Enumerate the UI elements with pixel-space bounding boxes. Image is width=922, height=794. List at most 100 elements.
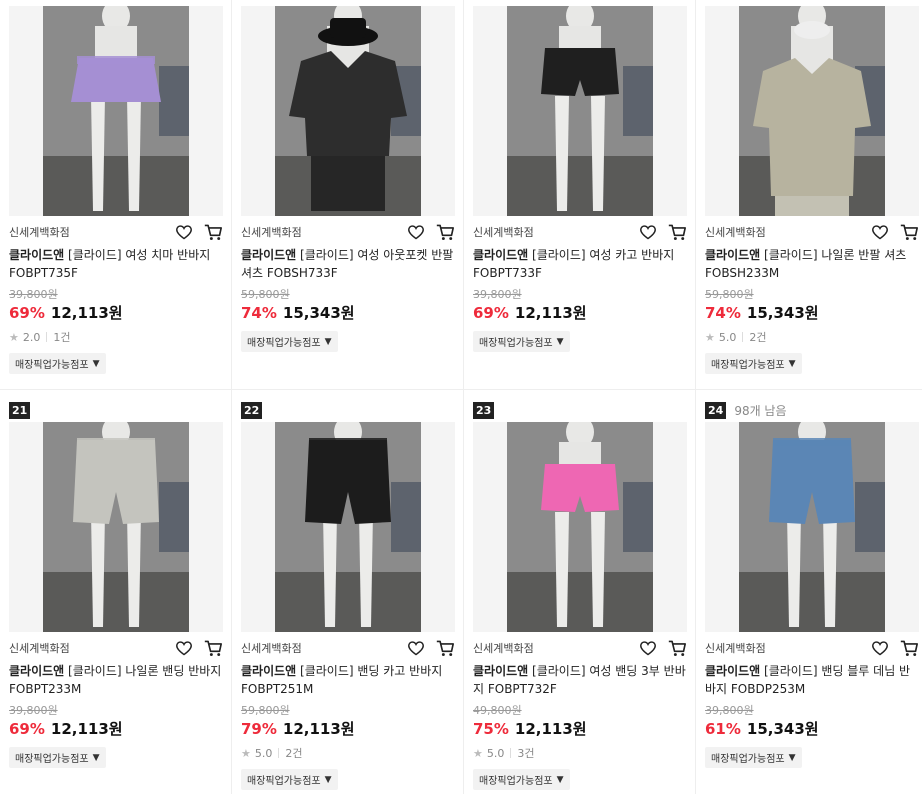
- heart-icon[interactable]: [175, 224, 193, 240]
- cart-icon[interactable]: [667, 639, 687, 657]
- product-card[interactable]: 신세계백화점 클라이드앤 [클라이드] 여성 카고 반바지 FOBPT733F …: [473, 6, 687, 352]
- rank-badge: 21: [9, 401, 31, 419]
- sale-price: 12,113원: [50, 720, 123, 738]
- pickup-store-dropdown[interactable]: 매장픽업가능점포 ▼: [705, 353, 802, 374]
- cart-icon[interactable]: [435, 639, 455, 657]
- discount-rate: 61%: [705, 720, 741, 738]
- product-image-svg: [9, 6, 223, 216]
- product-card[interactable]: 21 신세계백화점 클라이드앤 [클라이드] 나일론 밴딩 반바지 FOBPT2…: [9, 401, 223, 768]
- heart-icon[interactable]: [407, 224, 425, 240]
- meta-row: 신세계백화점: [9, 638, 223, 658]
- pickup-store-dropdown[interactable]: 매장픽업가능점포 ▼: [9, 747, 106, 768]
- pickup-label: 매장픽업가능점포: [247, 776, 321, 787]
- separator: [46, 332, 48, 342]
- caret-down-icon: ▼: [788, 752, 796, 763]
- product-image[interactable]: [705, 422, 919, 632]
- product-card[interactable]: 23 신세계백화점 클라이드앤 [클라이드] 여성 밴딩 3부 반바지 FOBP…: [473, 401, 687, 790]
- price-row: 74% 15,343원: [241, 302, 455, 323]
- pickup-store-dropdown[interactable]: 매장픽업가능점포 ▼: [705, 747, 802, 768]
- product-image[interactable]: [705, 6, 919, 216]
- discount-rate: 69%: [9, 720, 45, 738]
- rating-value: 5.0: [486, 746, 505, 760]
- brand-name: 클라이드앤: [9, 248, 65, 262]
- original-price: 39,800원: [705, 704, 754, 717]
- original-price: 39,800원: [9, 704, 58, 717]
- sale-price: 12,113원: [514, 304, 587, 322]
- heart-icon[interactable]: [639, 224, 657, 240]
- caret-down-icon: ▼: [324, 336, 332, 347]
- cart-icon[interactable]: [667, 223, 687, 241]
- discount-rate: 79%: [241, 720, 277, 738]
- store-name: 신세계백화점: [473, 226, 534, 239]
- original-price: 59,800원: [241, 288, 290, 301]
- brand-name: 클라이드앤: [241, 664, 297, 678]
- pickup-store-dropdown[interactable]: 매장픽업가능점포 ▼: [241, 769, 338, 790]
- pickup-label: 매장픽업가능점포: [15, 754, 89, 765]
- pickup-store-dropdown[interactable]: 매장픽업가능점포 ▼: [241, 331, 338, 352]
- product-title[interactable]: 클라이드앤 [클라이드] 나일론 밴딩 반바지 FOBPT233M: [9, 662, 223, 698]
- product-image-svg: [241, 6, 455, 216]
- caret-down-icon: ▼: [324, 774, 332, 785]
- discount-rate: 74%: [241, 304, 277, 322]
- pickup-store-dropdown[interactable]: 매장픽업가능점포 ▼: [473, 769, 570, 790]
- rating-row: ★ 5.0 2건: [241, 745, 455, 761]
- cart-icon[interactable]: [435, 223, 455, 241]
- cart-icon[interactable]: [203, 639, 223, 657]
- brand-name: 클라이드앤: [473, 248, 529, 262]
- star-icon: ★: [705, 330, 715, 344]
- discount-rate: 74%: [705, 304, 741, 322]
- product-card[interactable]: 신세계백화점 클라이드앤 [클라이드] 여성 아웃포켓 반팔 셔츠 FOBSH7…: [241, 6, 455, 352]
- product-image[interactable]: [9, 6, 223, 216]
- product-title[interactable]: 클라이드앤 [클라이드] 밴딩 블루 데님 반바지 FOBDP253M: [705, 662, 919, 698]
- rank-row: 24 98개 남음: [705, 401, 919, 419]
- product-image[interactable]: [241, 6, 455, 216]
- pickup-store-dropdown[interactable]: 매장픽업가능점포 ▼: [473, 331, 570, 352]
- price-row: 74% 15,343원: [705, 302, 919, 323]
- product-image[interactable]: [9, 422, 223, 632]
- product-card[interactable]: 신세계백화점 클라이드앤 [클라이드] 나일론 반팔 셔츠 FOBSH233M …: [705, 6, 919, 374]
- product-title[interactable]: 클라이드앤 [클라이드] 여성 카고 반바지 FOBPT733F: [473, 246, 687, 282]
- product-title[interactable]: 클라이드앤 [클라이드] 밴딩 카고 반바지 FOBPT251M: [241, 662, 455, 698]
- product-image[interactable]: [473, 6, 687, 216]
- brand-name: 클라이드앤: [9, 664, 65, 678]
- product-title[interactable]: 클라이드앤 [클라이드] 여성 아웃포켓 반팔 셔츠 FOBSH733F: [241, 246, 455, 282]
- heart-icon[interactable]: [639, 640, 657, 656]
- product-image-svg: [473, 422, 687, 632]
- heart-icon[interactable]: [175, 640, 193, 656]
- product-card[interactable]: 신세계백화점 클라이드앤 [클라이드] 여성 치마 반바지 FOBPT735F …: [9, 6, 223, 374]
- price-row: 79% 12,113원: [241, 718, 455, 739]
- product-card[interactable]: 22 신세계백화점 클라이드앤 [클라이드] 밴딩 카고 반바지 FOBPT25…: [241, 401, 455, 790]
- product-title[interactable]: 클라이드앤 [클라이드] 여성 밴딩 3부 반바지 FOBPT732F: [473, 662, 687, 698]
- star-icon: ★: [473, 746, 483, 760]
- rating-row: ★ 5.0 2건: [705, 329, 919, 345]
- column-divider: [231, 0, 232, 794]
- heart-icon[interactable]: [407, 640, 425, 656]
- discount-rate: 75%: [473, 720, 509, 738]
- store-name: 신세계백화점: [9, 642, 70, 655]
- cart-icon[interactable]: [899, 639, 919, 657]
- review-count: 2건: [749, 331, 767, 344]
- pickup-label: 매장픽업가능점포: [711, 754, 785, 765]
- heart-icon[interactable]: [871, 640, 889, 656]
- store-name: 신세계백화점: [705, 642, 766, 655]
- discount-rate: 69%: [473, 304, 509, 322]
- cart-icon[interactable]: [899, 223, 919, 241]
- product-image-svg: [9, 422, 223, 632]
- pickup-store-dropdown[interactable]: 매장픽업가능점포 ▼: [9, 353, 106, 374]
- meta-row: 신세계백화점: [241, 222, 455, 242]
- caret-down-icon: ▼: [92, 358, 100, 369]
- caret-down-icon: ▼: [556, 774, 564, 785]
- pickup-label: 매장픽업가능점포: [711, 360, 785, 371]
- product-image[interactable]: [473, 422, 687, 632]
- rating-value: 2.0: [22, 330, 41, 344]
- product-title[interactable]: 클라이드앤 [클라이드] 나일론 반팔 셔츠 FOBSH233M: [705, 246, 919, 282]
- sale-price: 15,343원: [282, 304, 355, 322]
- cart-icon[interactable]: [203, 223, 223, 241]
- product-title[interactable]: 클라이드앤 [클라이드] 여성 치마 반바지 FOBPT735F: [9, 246, 223, 282]
- product-image[interactable]: [241, 422, 455, 632]
- product-card[interactable]: 24 98개 남음 신세계백화점 클라이드앤 [클라이드] 밴딩 블루 데님 반…: [705, 401, 919, 768]
- heart-icon[interactable]: [871, 224, 889, 240]
- caret-down-icon: ▼: [788, 358, 796, 369]
- column-divider: [695, 0, 696, 794]
- product-image-svg: [705, 422, 919, 632]
